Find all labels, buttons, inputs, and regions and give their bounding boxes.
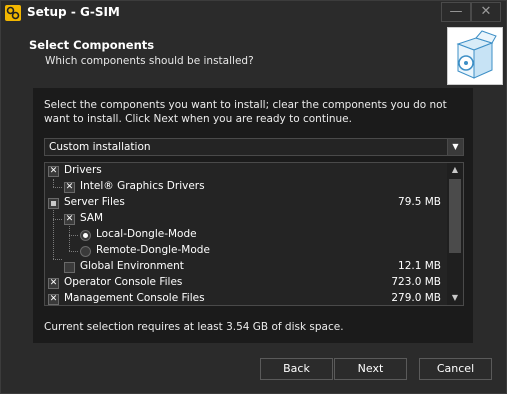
- component-item-global-environment[interactable]: Global Environment 12.1 MB: [45, 259, 447, 275]
- window-title: Setup - G-SIM: [27, 5, 120, 19]
- sam-checkbox[interactable]: ✕: [64, 214, 75, 225]
- components-panel: Select the components you want to instal…: [33, 88, 473, 343]
- component-label: Local-Dongle-Mode: [96, 228, 197, 240]
- operator-console-checkbox[interactable]: ✕: [48, 278, 59, 289]
- component-label: Remote-Dongle-Mode: [96, 244, 210, 256]
- component-label: Drivers: [64, 164, 102, 176]
- component-item-sam[interactable]: ✕ SAM: [45, 211, 447, 227]
- component-size: 12.1 MB: [398, 260, 441, 272]
- scroll-down-icon[interactable]: ▼: [447, 291, 463, 305]
- chevron-down-icon[interactable]: ▼: [447, 139, 463, 155]
- vertical-scrollbar[interactable]: ▲ ▼: [447, 163, 463, 305]
- close-button[interactable]: ✕: [471, 2, 501, 22]
- component-label: Server Files: [64, 196, 125, 208]
- component-item-local-dongle[interactable]: Local-Dongle-Mode: [45, 227, 447, 243]
- local-dongle-radio[interactable]: [80, 230, 91, 241]
- component-item-remote-dongle[interactable]: Remote-Dongle-Mode: [45, 243, 447, 259]
- title-bar[interactable]: Setup - G-SIM — ✕: [1, 1, 506, 25]
- page-subtitle: Which components should be installed?: [45, 55, 254, 67]
- component-size: 723.0 MB: [391, 276, 441, 288]
- software-box-icon: [447, 27, 503, 85]
- global-environment-checkbox[interactable]: [64, 262, 75, 273]
- setup-window: Setup - G-SIM — ✕ Select Components Whic…: [0, 0, 507, 394]
- components-list[interactable]: ✕ Drivers ✕ Intel® Graphics Drivers Serv…: [44, 162, 464, 306]
- intel-graphics-checkbox[interactable]: ✕: [64, 182, 75, 193]
- back-button[interactable]: Back: [260, 358, 333, 380]
- management-console-checkbox[interactable]: ✕: [48, 294, 59, 305]
- component-item-server-files[interactable]: Server Files 79.5 MB: [45, 195, 447, 211]
- component-label: Intel® Graphics Drivers: [80, 180, 205, 192]
- server-files-checkbox[interactable]: [48, 198, 59, 209]
- instructions-text: Select the components you want to instal…: [44, 99, 447, 125]
- component-item-management-console[interactable]: ✕ Management Console Files 279.0 MB: [45, 291, 447, 305]
- setup-gear-icon: [5, 5, 21, 21]
- cancel-button[interactable]: Cancel: [419, 358, 492, 380]
- component-size: 279.0 MB: [391, 292, 441, 304]
- component-label: SAM: [80, 212, 104, 224]
- scroll-thumb[interactable]: [449, 179, 461, 253]
- setup-type-dropdown[interactable]: Custom installation ▼: [44, 138, 464, 156]
- component-item-drivers[interactable]: ✕ Drivers: [45, 163, 447, 179]
- setup-type-value: Custom installation: [49, 141, 151, 153]
- component-item-intel-graphics[interactable]: ✕ Intel® Graphics Drivers: [45, 179, 447, 195]
- component-item-operator-console[interactable]: ✕ Operator Console Files 723.0 MB: [45, 275, 447, 291]
- disk-space-requirement: Current selection requires at least 3.54…: [44, 321, 344, 333]
- component-label: Global Environment: [80, 260, 184, 272]
- component-label: Management Console Files: [64, 292, 205, 304]
- component-label: Operator Console Files: [64, 276, 183, 288]
- wizard-header: Select Components Which components shoul…: [1, 25, 506, 87]
- remote-dongle-radio[interactable]: [80, 246, 91, 257]
- drivers-checkbox[interactable]: ✕: [48, 166, 59, 177]
- component-size: 79.5 MB: [398, 196, 441, 208]
- page-title: Select Components: [29, 38, 155, 52]
- minimize-button[interactable]: —: [441, 2, 471, 22]
- next-button[interactable]: Next: [334, 358, 407, 380]
- scroll-up-icon[interactable]: ▲: [447, 163, 463, 177]
